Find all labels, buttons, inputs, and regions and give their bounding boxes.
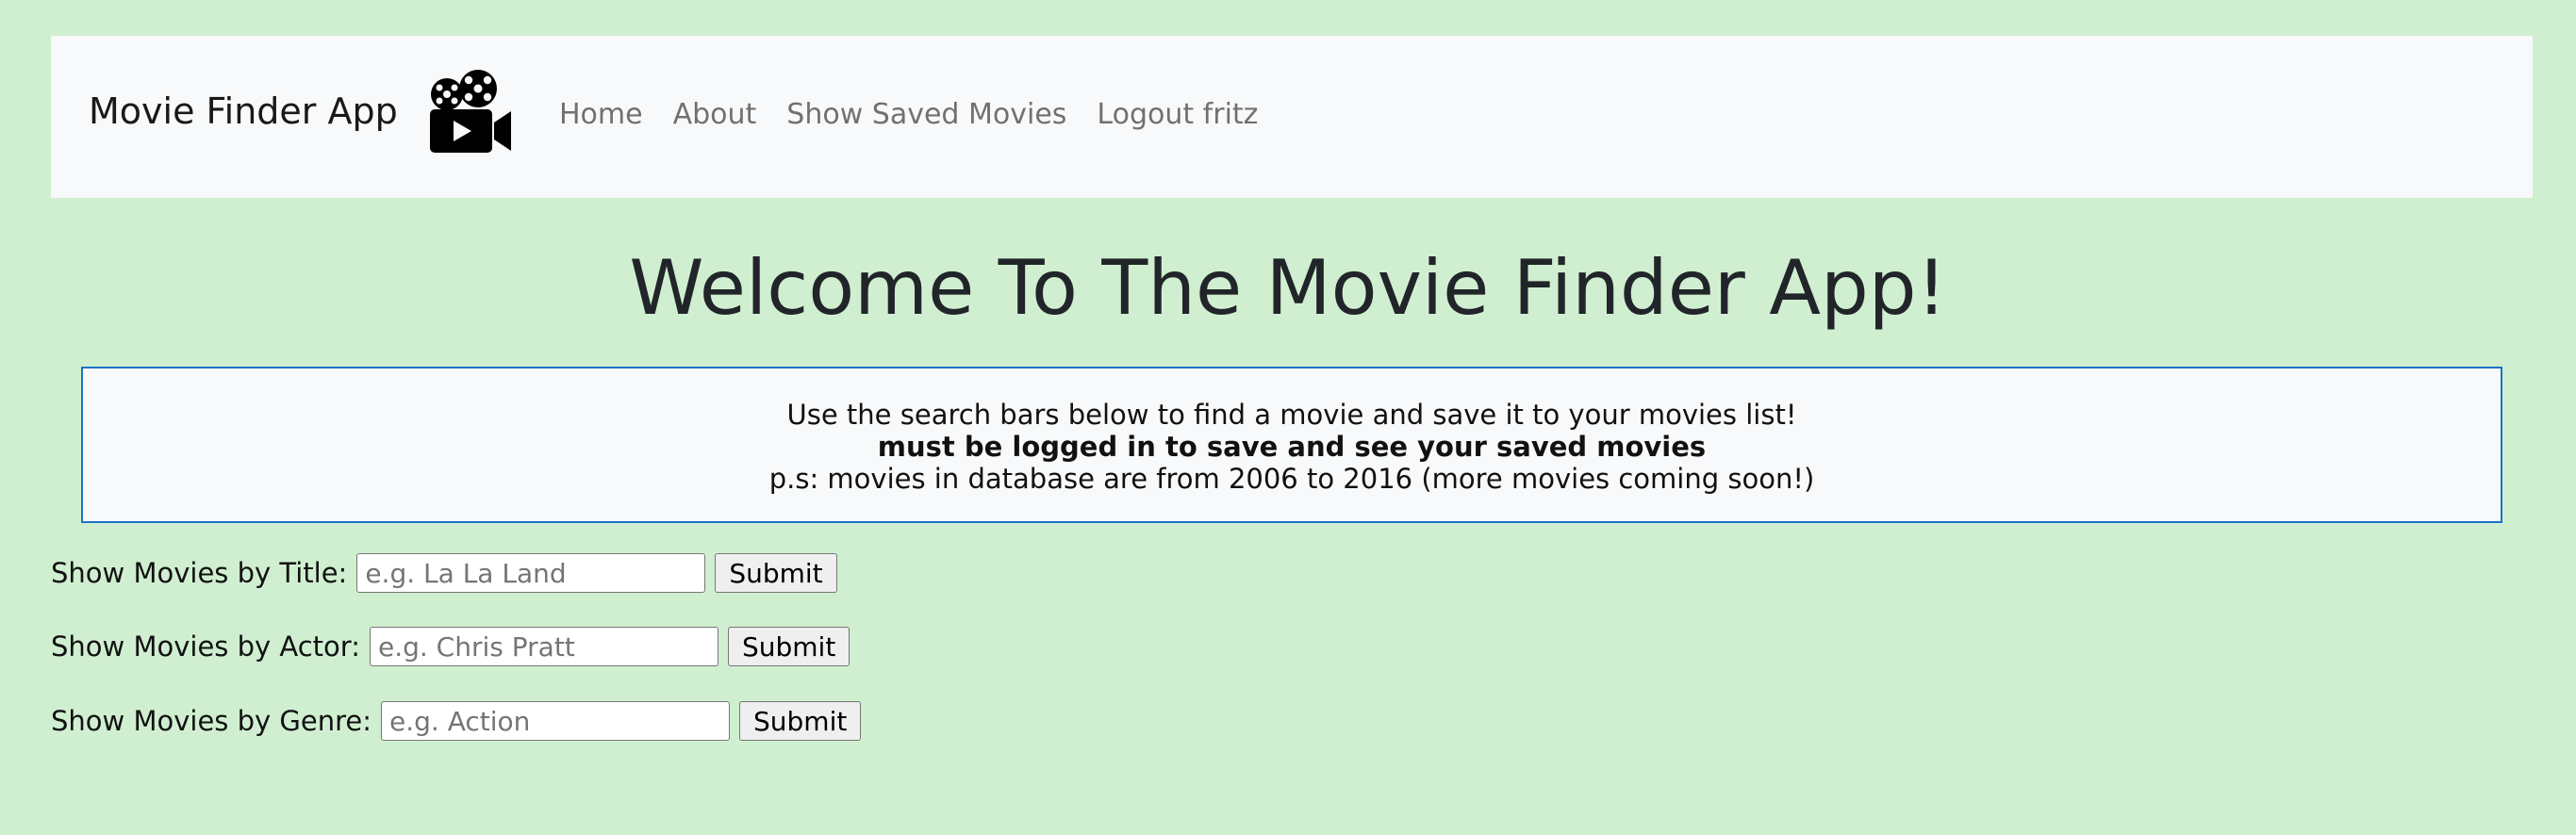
title-search-label: Show Movies by Title: (51, 557, 348, 589)
nav-link-saved-movies[interactable]: Show Saved Movies (786, 98, 1066, 132)
info-line-database-note: p.s: movies in database are from 2006 to… (768, 463, 1815, 495)
actor-search-input[interactable] (369, 627, 718, 666)
brand-title[interactable]: Movie Finder App (89, 90, 398, 134)
title-search-form: Show Movies by Title: Submit (51, 553, 837, 593)
navbar: Movie Finder App Home About Show Saved M… (51, 36, 2533, 198)
title-submit-button[interactable]: Submit (715, 553, 837, 593)
genre-search-label: Show Movies by Genre: (51, 705, 372, 737)
info-line-login-notice: must be logged in to save and see your s… (877, 431, 1707, 463)
info-box: Use the search bars below to find a movi… (81, 367, 2502, 523)
nav-links: Home About Show Saved Movies Logout frit… (559, 98, 1288, 132)
genre-search-form: Show Movies by Genre: Submit (51, 701, 862, 741)
actor-submit-button[interactable]: Submit (727, 627, 850, 666)
title-search-input[interactable] (356, 553, 706, 593)
movie-camera-icon (430, 70, 511, 153)
nav-link-logout[interactable]: Logout fritz (1097, 98, 1258, 132)
genre-search-input[interactable] (381, 701, 730, 741)
nav-link-about[interactable]: About (673, 98, 757, 132)
nav-link-home[interactable]: Home (559, 98, 643, 132)
page-title: Welcome To The Movie Finder App! (629, 244, 1947, 332)
info-line-instructions: Use the search bars below to find a movi… (786, 399, 1797, 431)
actor-search-form: Show Movies by Actor: Submit (51, 627, 850, 666)
genre-submit-button[interactable]: Submit (739, 701, 862, 741)
actor-search-label: Show Movies by Actor: (51, 630, 360, 663)
